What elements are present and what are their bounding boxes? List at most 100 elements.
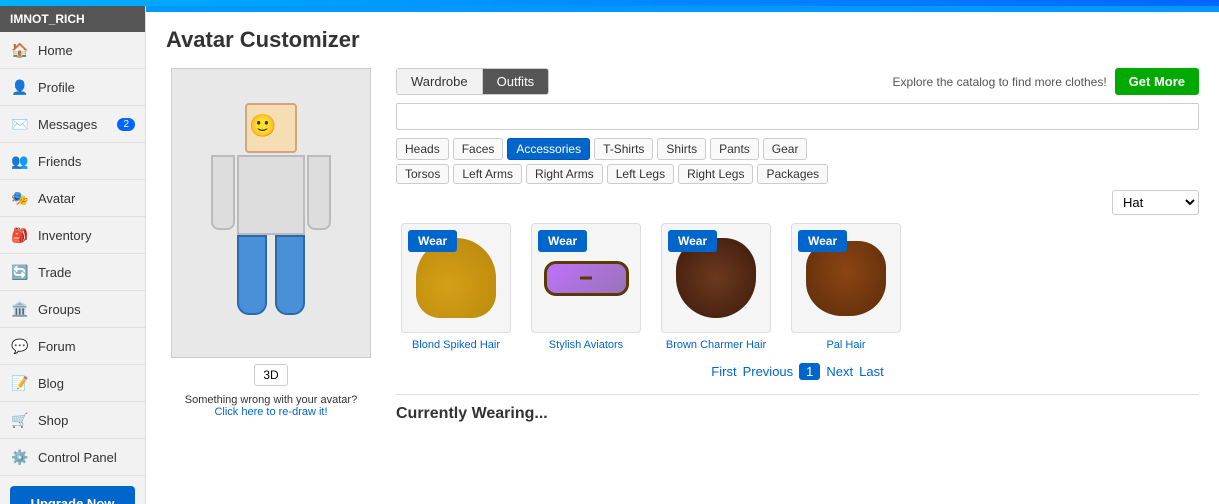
avatar-redraw-link[interactable]: Click here to re-draw it! xyxy=(214,406,327,418)
sidebar-item-inventory[interactable]: 🎒 Inventory xyxy=(0,217,145,254)
category-btn-heads[interactable]: Heads xyxy=(396,138,449,160)
badge-messages: 2 xyxy=(117,118,135,131)
control-panel-icon: ⚙️ xyxy=(10,447,30,467)
catalog-info-text: Explore the catalog to find more clothes… xyxy=(893,75,1107,89)
sub-category-row: TorsosLeft ArmsRight ArmsLeft LegsRight … xyxy=(396,164,1199,184)
item-label-stylish-aviators[interactable]: Stylish Aviators xyxy=(549,339,623,351)
page-next-link[interactable]: Next xyxy=(826,364,853,379)
sidebar-label-blog: Blog xyxy=(38,376,64,391)
avatar-left-arm xyxy=(211,155,235,230)
sidebar-item-forum[interactable]: 💬 Forum xyxy=(0,328,145,365)
shop-icon: 🛒 xyxy=(10,410,30,430)
avatar-canvas: 🙂 xyxy=(171,68,371,358)
sidebar-label-home: Home xyxy=(38,43,73,58)
item-label-pal-hair[interactable]: Pal Hair xyxy=(826,339,865,351)
avatar-right-arm xyxy=(307,155,331,230)
sidebar-username: IMNOT_RICH xyxy=(0,6,145,32)
category-row: HeadsFacesAccessoriesT-ShirtsShirtsPants… xyxy=(396,138,1199,160)
sidebar-item-messages[interactable]: ✉️ Messages 2 xyxy=(0,106,145,143)
pagination: First Previous 1 Next Last xyxy=(396,363,1199,380)
sidebar-label-friends: Friends xyxy=(38,154,81,169)
sub-category-btn-left-arms[interactable]: Left Arms xyxy=(453,164,522,184)
avatar-right-leg xyxy=(275,235,305,315)
avatar-left-leg xyxy=(237,235,267,315)
wear-button-stylish-aviators[interactable]: Wear xyxy=(538,230,587,252)
wear-button-brown-charmer-hair[interactable]: Wear xyxy=(668,230,717,252)
sub-category-btn-right-legs[interactable]: Right Legs xyxy=(678,164,753,184)
sidebar-item-shop[interactable]: 🛒 Shop xyxy=(0,402,145,439)
sub-category-btn-right-arms[interactable]: Right Arms xyxy=(526,164,603,184)
forum-icon: 💬 xyxy=(10,336,30,356)
category-btn-faces[interactable]: Faces xyxy=(453,138,504,160)
tab-outfits[interactable]: Outfits xyxy=(483,69,549,94)
category-btn-t-shirts[interactable]: T-Shirts xyxy=(594,138,653,160)
avatar-body xyxy=(237,155,305,235)
tab-buttons: Wardrobe Outfits xyxy=(396,68,549,95)
trade-icon: 🔄 xyxy=(10,262,30,282)
sidebar-label-inventory: Inventory xyxy=(38,228,91,243)
category-btn-gear[interactable]: Gear xyxy=(763,138,808,160)
upgrade-now-button[interactable]: Upgrade Now xyxy=(10,486,135,504)
sidebar-item-groups[interactable]: 🏛️ Groups xyxy=(0,291,145,328)
avatar-3d-button[interactable]: 3D xyxy=(254,364,287,386)
wear-button-blond-spiked-hair[interactable]: Wear xyxy=(408,230,457,252)
item-img-brown-charmer-hair: Wear xyxy=(661,223,771,333)
page-first-link[interactable]: First xyxy=(711,364,736,379)
inventory-icon: 🎒 xyxy=(10,225,30,245)
sidebar-nav: 🏠 Home 👤 Profile ✉️ Messages 2 👥 Friends… xyxy=(0,32,145,476)
sub-category-btn-packages[interactable]: Packages xyxy=(757,164,828,184)
category-btn-shirts[interactable]: Shirts xyxy=(657,138,706,160)
sidebar-item-control-panel[interactable]: ⚙️ Control Panel xyxy=(0,439,145,476)
main-content: Avatar Customizer 🙂 xyxy=(146,6,1219,504)
tab-wardrobe[interactable]: Wardrobe xyxy=(397,69,483,94)
item-img-stylish-aviators: Wear xyxy=(531,223,641,333)
wear-button-pal-hair[interactable]: Wear xyxy=(798,230,847,252)
search-input[interactable] xyxy=(396,103,1199,130)
sub-category-btn-left-legs[interactable]: Left Legs xyxy=(607,164,674,184)
item-label-brown-charmer-hair[interactable]: Brown Charmer Hair xyxy=(666,339,766,351)
sidebar-item-friends[interactable]: 👥 Friends xyxy=(0,143,145,180)
avatar-face: 🙂 xyxy=(249,113,276,139)
currently-wearing-label: Currently Wearing... xyxy=(396,394,1199,423)
category-btn-accessories[interactable]: Accessories xyxy=(507,138,590,160)
avatar-figure: 🙂 xyxy=(201,83,341,343)
page-current: 1 xyxy=(799,363,820,380)
sidebar-label-profile: Profile xyxy=(38,80,75,95)
get-more-button[interactable]: Get More xyxy=(1115,68,1199,95)
item-img-blond-spiked-hair: Wear xyxy=(401,223,511,333)
groups-icon: 🏛️ xyxy=(10,299,30,319)
sidebar-item-home[interactable]: 🏠 Home xyxy=(0,32,145,69)
sidebar-item-blog[interactable]: 📝 Blog xyxy=(0,365,145,402)
item-card-blond-spiked-hair: Wear Blond Spiked Hair xyxy=(396,223,516,351)
friends-icon: 👥 xyxy=(10,151,30,171)
sidebar-label-groups: Groups xyxy=(38,302,81,317)
sidebar-item-trade[interactable]: 🔄 Trade xyxy=(0,254,145,291)
sidebar-label-shop: Shop xyxy=(38,413,68,428)
page-previous-link[interactable]: Previous xyxy=(743,364,794,379)
sidebar: IMNOT_RICH 🏠 Home 👤 Profile ✉️ Messages … xyxy=(0,6,146,504)
avatar-error-text: Something wrong with your avatar? Click … xyxy=(185,394,357,418)
sidebar-item-avatar[interactable]: 🎭 Avatar xyxy=(0,180,145,217)
profile-icon: 👤 xyxy=(10,77,30,97)
sidebar-item-profile[interactable]: 👤 Profile xyxy=(0,69,145,106)
hat-dropdown[interactable]: HatHairFaceNeckShoulderFrontBackWaist xyxy=(1112,190,1199,215)
sidebar-label-trade: Trade xyxy=(38,265,71,280)
category-btn-pants[interactable]: Pants xyxy=(710,138,759,160)
blog-icon: 📝 xyxy=(10,373,30,393)
right-panel: Wardrobe Outfits Explore the catalog to … xyxy=(396,68,1199,423)
sidebar-label-forum: Forum xyxy=(38,339,76,354)
item-card-pal-hair: Wear Pal Hair xyxy=(786,223,906,351)
sidebar-label-control-panel: Control Panel xyxy=(38,450,117,465)
messages-icon: ✉️ xyxy=(10,114,30,134)
sub-category-btn-torsos[interactable]: Torsos xyxy=(396,164,449,184)
page-last-link[interactable]: Last xyxy=(859,364,884,379)
item-img-pal-hair: Wear xyxy=(791,223,901,333)
item-card-stylish-aviators: Wear Stylish Aviators xyxy=(526,223,646,351)
sidebar-label-avatar: Avatar xyxy=(38,191,75,206)
items-grid: Wear Blond Spiked Hair Wear Stylish Avia… xyxy=(396,223,1199,351)
avatar-section: 🙂 3D Something wrong with your avatar? C… xyxy=(166,68,376,423)
avatar-icon: 🎭 xyxy=(10,188,30,208)
item-label-blond-spiked-hair[interactable]: Blond Spiked Hair xyxy=(412,339,500,351)
sidebar-label-messages: Messages xyxy=(38,117,97,132)
home-icon: 🏠 xyxy=(10,40,30,60)
